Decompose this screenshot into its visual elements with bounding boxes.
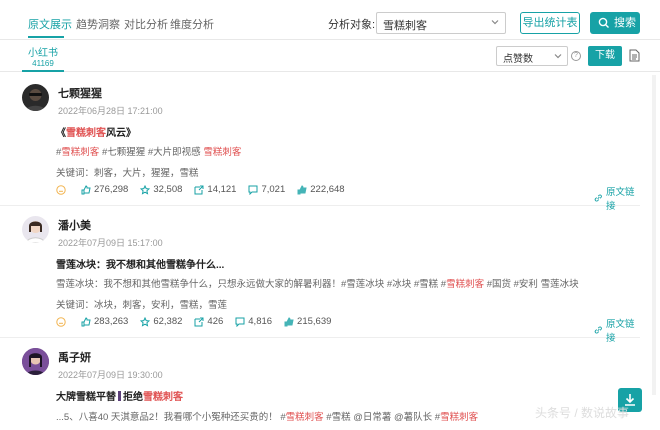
sentiment-neutral-icon: [56, 316, 66, 327]
post-keywords: 关键词：刺客，大片，猩猩，雪糕: [56, 168, 199, 179]
active-tab-indicator: [28, 36, 64, 38]
post-card: 七颗猩猩 2022年06月28日 17:21:00 《雪糕刺客风云》 #雪糕刺客…: [0, 74, 640, 212]
post-stats: 276,298 32,508 14,121 7,021 222,648: [56, 184, 357, 195]
chevron-down-icon: [554, 54, 562, 59]
platform-name: 小红书: [28, 48, 58, 59]
like-icon: [81, 316, 91, 326]
post-time: 2022年06月28日 17:21:00: [58, 106, 163, 116]
post-card: 潘小美 2022年07月09日 15:17:00 雪莲冰块：我不想和其他雪糕争什…: [0, 206, 640, 344]
comment-icon: [235, 317, 245, 327]
author-name[interactable]: 七颗猩猩: [58, 85, 102, 101]
tab-trend-insight[interactable]: 趋势洞察: [76, 16, 120, 32]
likes-count: 276,298: [94, 184, 129, 195]
comment-icon: [248, 185, 258, 195]
share-icon: [194, 185, 204, 194]
post-stats: 283,263 62,382 426 4,816 215,639: [56, 316, 343, 327]
author-name[interactable]: 潘小美: [58, 217, 91, 233]
platform-tab-xiaohongshu[interactable]: 小红书 41169: [20, 42, 66, 70]
like-icon: [81, 184, 91, 194]
export-stats-button[interactable]: 导出统计表: [520, 12, 580, 34]
tab-original-text[interactable]: 原文展示: [28, 16, 72, 32]
sentiment-neutral-icon: [56, 184, 66, 195]
scrollbar[interactable]: [652, 75, 656, 395]
sort-value: 点赞数: [503, 54, 533, 65]
platform-tab-indicator: [22, 70, 64, 72]
thumbs-count: 222,648: [310, 184, 345, 195]
search-button-label: 搜索: [614, 17, 636, 29]
download-button[interactable]: 下载: [588, 46, 622, 66]
post-title: 大牌雪糕平替 拒绝雪糕刺客: [56, 391, 183, 403]
search-button[interactable]: 搜索: [590, 12, 640, 34]
avatar: [22, 216, 49, 243]
collects-count: 62,382: [153, 316, 183, 327]
thumbs-up-icon: [284, 316, 294, 326]
thumbs-up-icon: [297, 184, 307, 194]
search-icon: [598, 17, 609, 28]
analyze-target-label: 分析对象:: [328, 19, 376, 31]
star-icon: [140, 184, 151, 195]
link-icon: [594, 194, 602, 202]
post-keywords: 关键词：冰块，刺客，安利，雪糕，雪莲: [56, 300, 228, 311]
sort-select[interactable]: 点赞数: [496, 46, 568, 66]
tab-compare-analysis[interactable]: 对比分析: [124, 16, 168, 32]
analyze-target-select[interactable]: 雪糕刺客: [376, 12, 506, 34]
shares-count: 14,121: [207, 184, 237, 195]
platform-count: 41169: [32, 59, 54, 68]
comments-count: 7,021: [261, 184, 286, 195]
shares-count: 426: [207, 316, 224, 327]
share-icon: [194, 317, 204, 326]
likes-count: 283,263: [94, 316, 129, 327]
post-title: 雪莲冰块：我不想和其他雪糕争什么...: [56, 260, 225, 271]
post-body: #雪糕刺客 #七颗猩猩 #大片即视感 雪糕刺客: [56, 147, 242, 158]
post-time: 2022年07月09日 15:17:00: [58, 238, 163, 248]
post-time: 2022年07月09日 19:30:00: [58, 370, 163, 380]
thumbs-count: 215,639: [297, 316, 332, 327]
post-title: 《雪糕刺客风云》: [56, 128, 136, 139]
document-icon[interactable]: [629, 49, 640, 62]
comments-count: 4,816: [248, 316, 273, 327]
author-name[interactable]: 禹子妍: [58, 349, 91, 365]
post-body: 雪莲冰块：我不想和其他雪糕争什么，只想永远做大家的解暑利器！#雪莲冰块 #冰块 …: [56, 279, 579, 290]
avatar: [22, 84, 49, 111]
tab-dimension-analysis[interactable]: 维度分析: [170, 16, 214, 32]
post-body: ...5、八喜40 天淇意品2！我看哪个小冤种还买贵的！ #雪糕刺客 #雪糕 @…: [56, 412, 479, 423]
star-icon: [140, 316, 151, 327]
chevron-down-icon: [491, 20, 499, 25]
analyze-target-value: 雪糕刺客: [383, 20, 427, 32]
link-icon: [594, 326, 602, 334]
watermark: 头条号 / 数说故事: [535, 406, 630, 420]
avatar: [22, 348, 49, 375]
collects-count: 32,508: [153, 184, 183, 195]
help-icon[interactable]: ?: [571, 51, 581, 61]
